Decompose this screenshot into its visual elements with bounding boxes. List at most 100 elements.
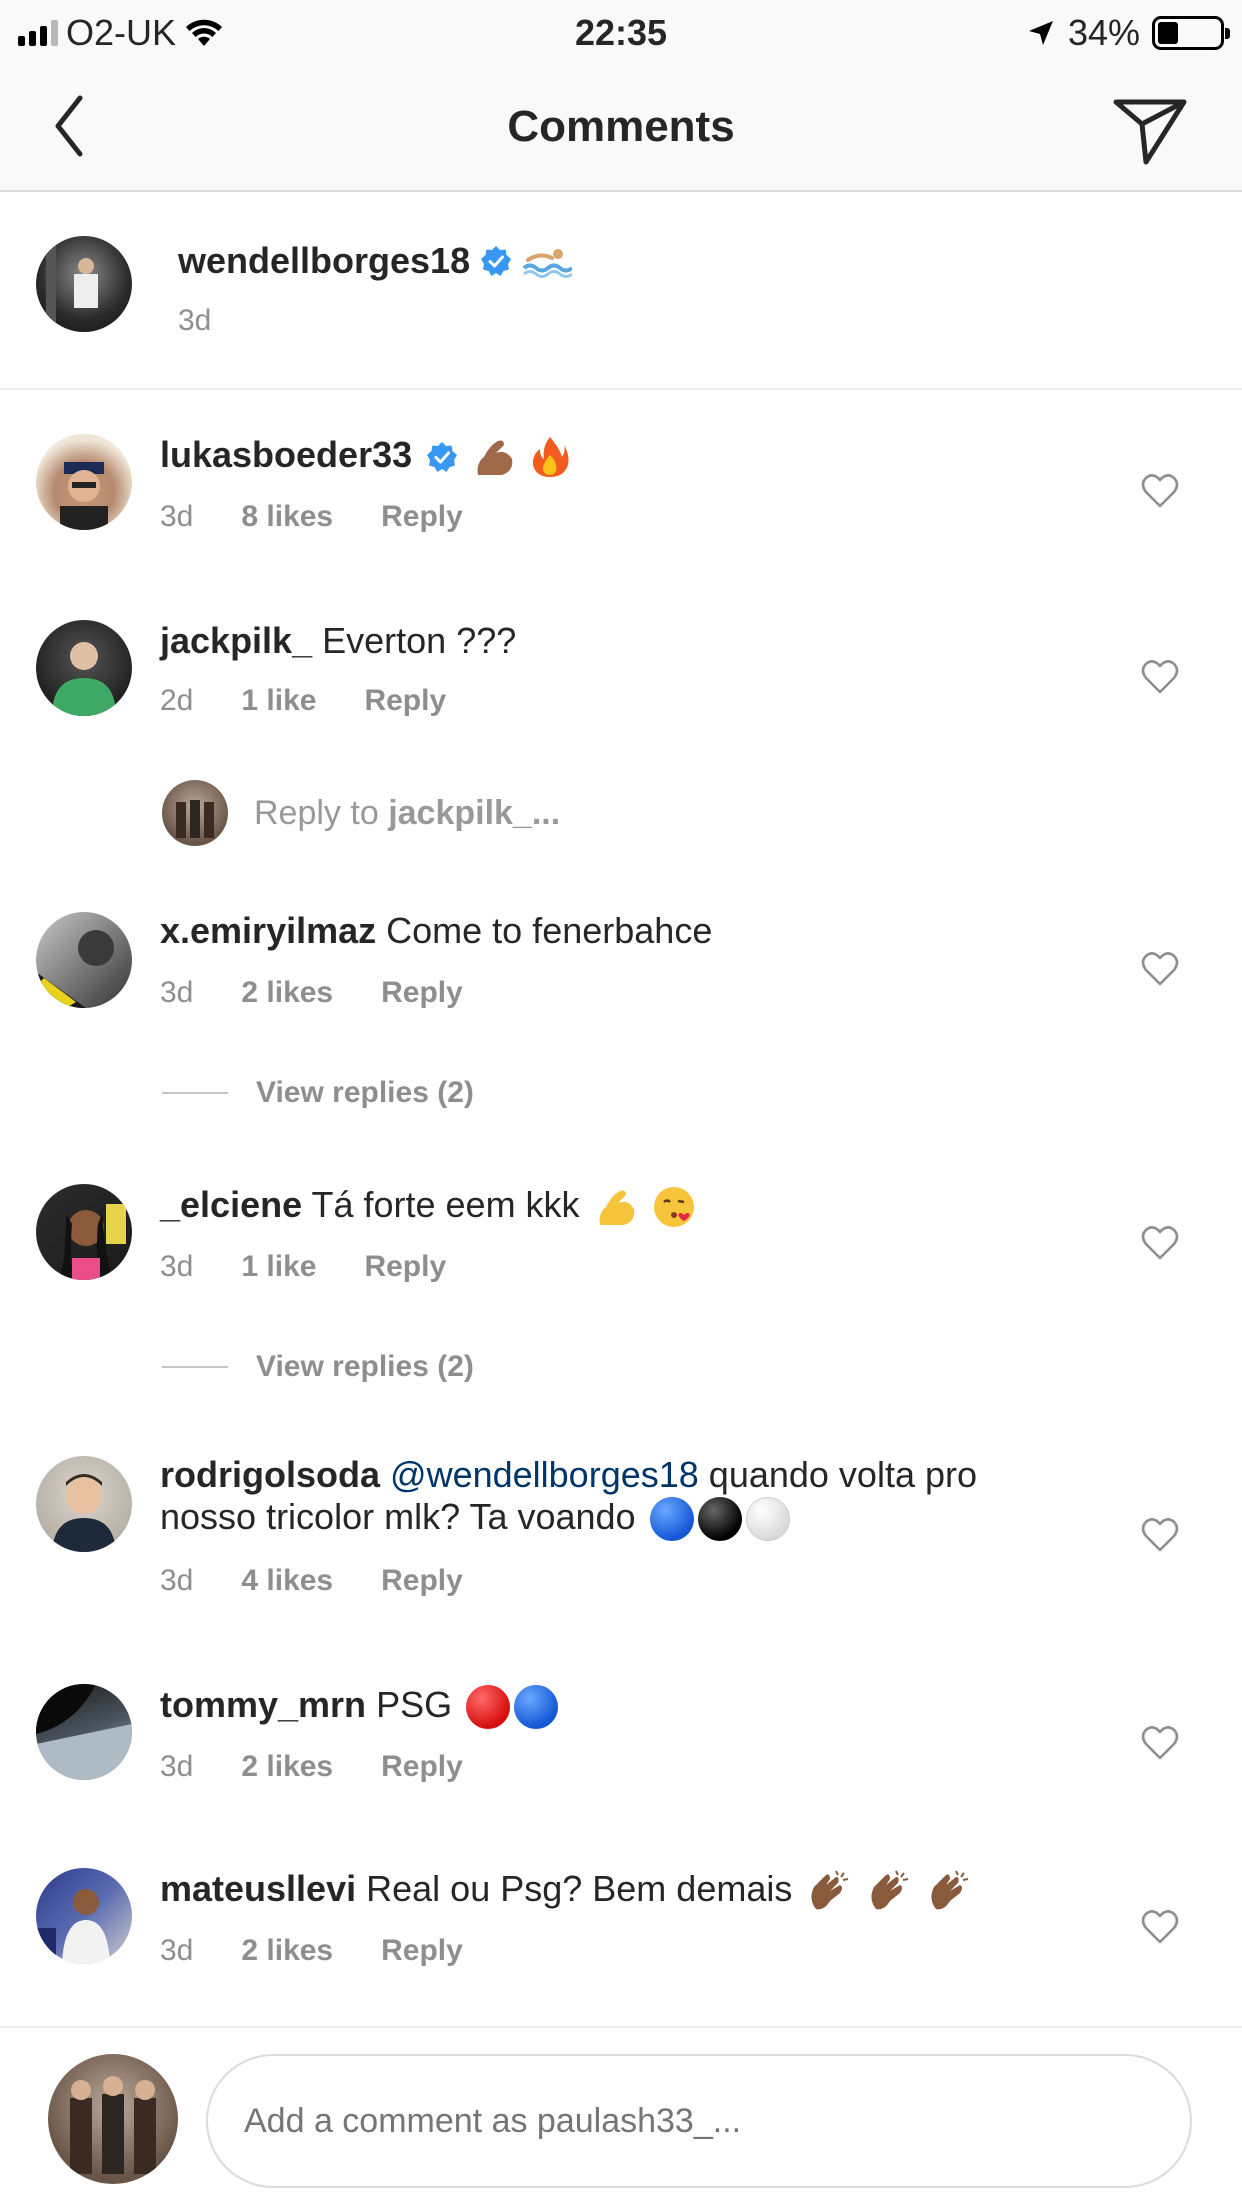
likes-count[interactable]: 2 likes [241, 1934, 333, 1968]
comment-meta: 3d 4 likes Reply [160, 1564, 511, 1598]
likes-count[interactable]: 2 likes [241, 1750, 333, 1784]
comment-item: tommy_mrn PSG 3d 2 likes Reply [0, 1650, 1242, 1800]
comment-text: rodrigolsoda @wendellborges18 quando vol… [160, 1454, 1040, 1542]
heart-icon[interactable] [1140, 472, 1180, 510]
reply-button[interactable]: Reply [364, 1250, 446, 1284]
battery-icon [1152, 16, 1230, 50]
comment-item: rodrigolsoda @wendellborges18 quando vol… [0, 1424, 1242, 1624]
comment-composer [0, 2026, 1242, 2208]
comment-time: 3d [160, 1750, 194, 1783]
fire-icon [533, 437, 569, 478]
verified-badge-icon [427, 442, 458, 473]
avatar[interactable] [36, 1456, 132, 1552]
clapping-hands-icon [811, 1871, 849, 1910]
heart-icon[interactable] [1140, 1724, 1180, 1762]
comment-body: PSG [376, 1684, 453, 1725]
avatar[interactable] [36, 620, 132, 716]
caption-username[interactable]: wendellborges18 [178, 240, 470, 282]
reply-button[interactable]: Reply [381, 976, 463, 1010]
avatar[interactable] [36, 912, 132, 1008]
comment-item: x.emiryilmaz Come to fenerbahce 3d 2 lik… [0, 876, 1242, 1026]
red-circle-icon [466, 1685, 511, 1730]
comment-time: 3d [160, 1934, 194, 1967]
avatar[interactable] [36, 1184, 132, 1280]
likes-count[interactable]: 1 like [241, 684, 316, 718]
white-circle-icon [745, 1497, 790, 1542]
reply-button[interactable]: Reply [381, 500, 463, 534]
reply-prompt-username: jackpilk_... [388, 793, 561, 832]
comment-meta: 3d 1 like Reply [160, 1250, 494, 1284]
reply-button[interactable]: Reply [381, 1934, 463, 1968]
comment-username[interactable]: lukasboeder33 [160, 434, 412, 475]
black-circle-icon [697, 1497, 742, 1542]
likes-count[interactable]: 1 like [241, 1250, 316, 1284]
blue-circle-icon [649, 1497, 694, 1542]
view-replies-label: View replies (2) [256, 1350, 474, 1383]
comment-time: 3d [160, 1564, 194, 1597]
comment-username[interactable]: tommy_mrn [160, 1684, 366, 1725]
avatar[interactable] [36, 236, 132, 332]
page-title: Comments [507, 102, 735, 151]
reply-prompt-prefix: Reply to [254, 793, 379, 832]
comment-body: Real ou Psg? Bem demais [366, 1868, 793, 1909]
comment-meta: 3d 2 likes Reply [160, 976, 511, 1010]
divider-line [162, 1092, 228, 1094]
clapping-hands-icon [931, 1871, 969, 1910]
view-replies-button[interactable]: View replies (2) [162, 1076, 474, 1110]
comment-meta: 3d 8 likes Reply [160, 500, 511, 534]
heart-icon[interactable] [1140, 1908, 1180, 1946]
paper-plane-icon[interactable] [1110, 88, 1190, 168]
comment-text: mateusllevi Real ou Psg? Bem demais [160, 1868, 1040, 1913]
heart-icon[interactable] [1140, 1224, 1180, 1262]
heart-icon[interactable] [1140, 950, 1180, 988]
reply-button[interactable]: Reply [381, 1750, 463, 1784]
comment-body: Everton ??? [322, 620, 517, 661]
comment-username[interactable]: mateusllevi [160, 1868, 356, 1909]
likes-count[interactable]: 2 likes [241, 976, 333, 1010]
avatar[interactable] [36, 1868, 132, 1964]
comment-meta: 3d 2 likes Reply [160, 1750, 511, 1784]
comment-username[interactable]: x.emiryilmaz [160, 910, 376, 951]
comment-text: x.emiryilmaz Come to fenerbahce [160, 910, 1040, 952]
caption-time: 3d [178, 304, 212, 337]
comment-time: 3d [160, 500, 194, 533]
reply-prompt[interactable]: Reply to jackpilk_... [162, 780, 560, 846]
flexed-biceps-icon [477, 440, 513, 476]
avatar[interactable] [36, 434, 132, 530]
heart-icon[interactable] [1140, 1516, 1180, 1554]
clapping-hands-icon [871, 1871, 909, 1910]
caption-user: wendellborges18 [178, 240, 573, 282]
comment-time: 3d [160, 976, 194, 1009]
likes-count[interactable]: 8 likes [241, 500, 333, 534]
verified-badge-icon [481, 246, 512, 276]
comment-username[interactable]: _elciene [160, 1184, 302, 1225]
location-arrow-icon [1028, 21, 1053, 45]
comment-item: mateusllevi Real ou Psg? Bem demais 3d 2… [0, 1834, 1242, 1984]
comment-meta: 2d 1 like Reply [160, 684, 494, 718]
comment-body: Come to fenerbahce [386, 910, 713, 951]
flexed-biceps-icon [599, 1190, 634, 1226]
reply-button[interactable]: Reply [381, 1564, 463, 1598]
likes-count[interactable]: 4 likes [241, 1564, 333, 1598]
avatar [48, 2054, 178, 2184]
view-replies-button[interactable]: View replies (2) [162, 1350, 474, 1384]
mention-link[interactable]: @wendellborges18 [390, 1454, 699, 1495]
comment-meta: 3d 2 likes Reply [160, 1934, 511, 1968]
comment-time: 2d [160, 684, 194, 717]
status-right: 34% [1026, 12, 1230, 54]
comment-username[interactable]: rodrigolsoda [160, 1454, 380, 1495]
view-replies-label: View replies (2) [256, 1076, 474, 1109]
avatar[interactable] [36, 1684, 132, 1780]
comment-input[interactable] [206, 2054, 1192, 2188]
comment-text: _elciene Tá forte eem kkk [160, 1184, 1040, 1229]
comment-time: 3d [160, 1250, 194, 1283]
comment-username[interactable]: jackpilk_ [160, 620, 312, 661]
comment-body: Tá forte eem kkk [311, 1184, 580, 1225]
comment-text: lukasboeder33 [160, 434, 1040, 479]
reply-button[interactable]: Reply [364, 684, 446, 718]
heart-icon[interactable] [1140, 658, 1180, 696]
status-bar: O2-UK 22:35 34% [0, 0, 1242, 64]
comment-text: jackpilk_ Everton ??? [160, 620, 1040, 662]
divider-line [162, 1366, 228, 1368]
face-blowing-kiss-icon [653, 1187, 694, 1228]
